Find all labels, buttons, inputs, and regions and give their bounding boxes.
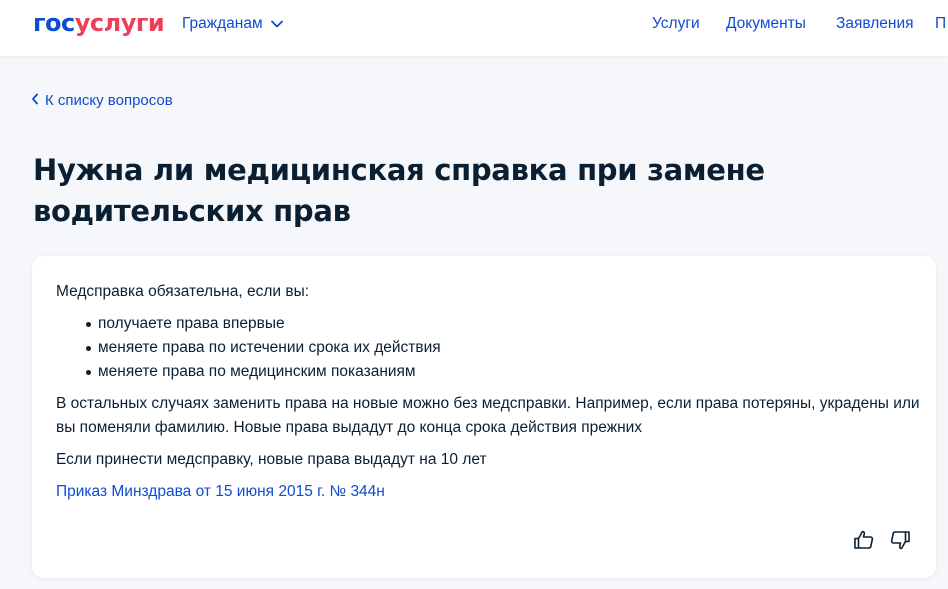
- answer-card: Медсправка обязательна, если вы: получае…: [32, 256, 936, 578]
- chevron-left-icon: [31, 92, 39, 109]
- answer-paragraph-validity: Если принести медсправку, новые права вы…: [56, 451, 487, 468]
- list-item: меняете права по медицинским показаниям: [82, 360, 441, 384]
- answer-paragraph-other-cases: В остальных случаях заменить права на но…: [56, 395, 920, 436]
- thumbs-down-icon: [890, 531, 910, 550]
- back-to-questions-link[interactable]: К списку вопросов: [31, 90, 173, 110]
- list-item: получаете права впервые: [82, 312, 441, 336]
- nav-more-truncated[interactable]: П: [935, 14, 946, 34]
- nav-documents[interactable]: Документы: [726, 14, 806, 34]
- chevron-down-icon: [270, 15, 283, 33]
- logo-part-uslugi: услуги: [74, 9, 165, 37]
- citizens-label: Гражданам: [182, 15, 263, 32]
- citizens-dropdown[interactable]: Гражданам: [182, 14, 283, 34]
- nav-applications[interactable]: Заявления: [836, 14, 914, 34]
- conditions-list: получаете права впервые меняете права по…: [82, 312, 441, 384]
- gosuslugi-logo[interactable]: госуслуги: [33, 9, 165, 37]
- like-button[interactable]: [852, 528, 876, 552]
- site-header: госуслуги Гражданам Услуги Документы Зая…: [0, 0, 948, 56]
- back-label: К списку вопросов: [45, 91, 173, 109]
- dislike-button[interactable]: [888, 528, 912, 552]
- list-item: меняете права по истечении срока их дейс…: [82, 336, 441, 360]
- thumbs-up-icon: [854, 530, 874, 549]
- logo-part-gos: гос: [33, 9, 75, 37]
- page-title: Нужна ли медицинская справка при замене …: [33, 153, 765, 228]
- answer-intro: Медсправка обязательна, если вы:: [56, 283, 310, 300]
- nav-services[interactable]: Услуги: [652, 14, 700, 34]
- ministry-order-link[interactable]: Приказ Минздрава от 15 июня 2015 г. № 34…: [56, 480, 385, 504]
